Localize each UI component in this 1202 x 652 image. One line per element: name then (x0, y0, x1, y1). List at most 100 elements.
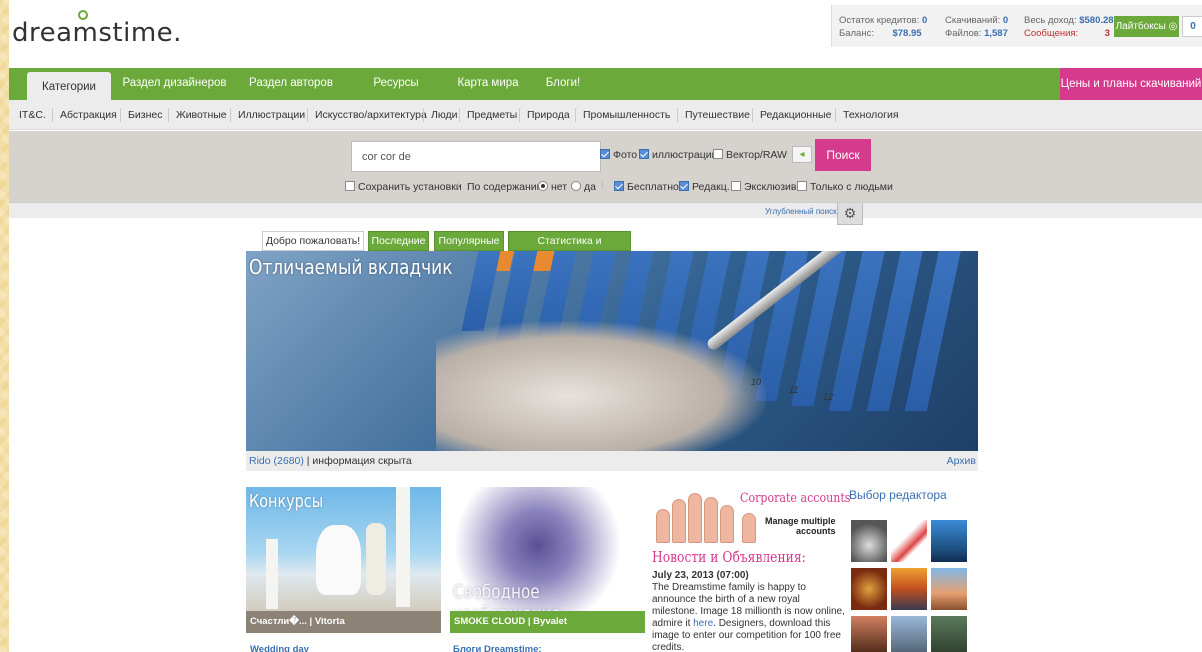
contests-caption[interactable]: Счастли�... | Vitorta (246, 611, 441, 633)
nav-tab-resources[interactable]: Ресурсы (361, 68, 431, 100)
category-link[interactable]: Природа (519, 108, 570, 122)
no-radio[interactable] (538, 181, 548, 191)
author-link[interactable]: Rido (2680) (249, 455, 304, 467)
tab-popular[interactable]: Популярные (434, 231, 504, 251)
free-filter[interactable]: Бесплатно (614, 181, 679, 193)
lightbox-button[interactable]: Лайтбоксы ◎ (1114, 16, 1179, 37)
messages-value[interactable]: 3 (1105, 28, 1110, 39)
contests-title: Конкурсы (249, 491, 324, 512)
editorial-checkbox[interactable] (679, 181, 689, 191)
editors-choice-thumbnail[interactable] (891, 616, 927, 652)
editors-choice-thumbnail[interactable] (931, 616, 967, 652)
finger-figure (656, 509, 670, 543)
gear-icon[interactable]: ⚙ (837, 203, 863, 225)
editors-choice-title: Выбор редактора (849, 488, 947, 502)
illustrations-filter[interactable]: иллюстрации (639, 149, 717, 161)
archive-link[interactable]: Архив (947, 451, 976, 471)
photo-filter[interactable]: Фото (600, 149, 637, 161)
editorial-filter[interactable]: Редакц. (679, 181, 730, 193)
nav-tab-designers[interactable]: Раздел дизайнеров (117, 68, 232, 100)
category-link[interactable]: Искусство/архитектура (307, 108, 427, 122)
editors-choice-thumbnail[interactable] (891, 568, 927, 610)
people-only-label: Только с людьми (810, 181, 893, 193)
finger-figure (672, 499, 686, 543)
logo-swirl-icon (78, 10, 88, 20)
editors-choice-thumbnail[interactable] (851, 520, 887, 562)
editors-choice-thumbnail[interactable] (931, 568, 967, 610)
category-link[interactable]: Животные (168, 108, 227, 122)
corporate-accounts-banner[interactable]: Corporate accounts Manage multiple accou… (652, 487, 850, 543)
wedding-day-link[interactable]: Wedding day (250, 644, 309, 652)
exclusive-checkbox[interactable] (731, 181, 741, 191)
yes-radio[interactable] (571, 181, 581, 191)
save-settings-option[interactable]: Сохранить установки (345, 181, 462, 193)
advanced-search-link[interactable]: Углубленный поиск (765, 207, 837, 216)
category-link[interactable]: Предметы (459, 108, 517, 122)
category-link[interactable]: Редакционные (752, 108, 831, 122)
blogs-link[interactable]: Блоги Dreamstime: (453, 644, 542, 652)
author-info: | информация скрыта (303, 455, 412, 467)
files-value[interactable]: 1,587 (984, 28, 1008, 39)
finger-figure (720, 505, 734, 543)
editors-choice-thumbnail[interactable] (931, 520, 967, 562)
by-content-no[interactable]: нет (538, 181, 567, 193)
nav-tab-authors[interactable]: Раздел авторов (241, 68, 341, 100)
balance-value[interactable]: $78.95 (892, 28, 921, 39)
main-nav: Категории Раздел дизайнеров Раздел автор… (9, 68, 1202, 100)
finger-figure (704, 497, 718, 543)
save-settings-checkbox[interactable] (345, 181, 355, 191)
editors-choice-thumbnail[interactable] (891, 520, 927, 562)
files-label: Файлов: (945, 28, 982, 39)
contests-panel[interactable]: Конкурсы Счастли�... | Vitorta (246, 487, 441, 633)
category-link[interactable]: Технология (835, 108, 899, 122)
groom-figure (366, 523, 386, 595)
pricing-plans-button[interactable]: Цены и планы скачиваний (1060, 68, 1202, 100)
earnings-value[interactable]: $580.28 (1079, 15, 1113, 26)
axis-number: 12 (823, 392, 834, 402)
editors-choice-thumbnail[interactable] (851, 616, 887, 652)
people-only-checkbox[interactable] (797, 181, 807, 191)
news-link[interactable]: here (693, 618, 713, 629)
page: dreamstime. Остаток кредитов: 0 Баланс: … (9, 0, 1202, 652)
featured-contributor-image[interactable]: 10 11 12 Отличаемый вкладчик (246, 251, 978, 451)
editors-choice-thumbnail[interactable] (851, 568, 887, 610)
dreamstime-logo[interactable]: dreamstime. (12, 10, 182, 48)
free-image-caption[interactable]: SMOKE CLOUD | Byvalet (450, 611, 645, 633)
illustrations-checkbox[interactable] (639, 149, 649, 159)
search-button[interactable]: Поиск (815, 139, 871, 171)
category-link[interactable]: Путешествие (677, 108, 750, 122)
by-content-yes[interactable]: да (571, 181, 596, 193)
category-link[interactable]: Бизнес (120, 108, 162, 122)
downloads-value[interactable]: 0 (1003, 15, 1008, 26)
search-input[interactable] (351, 141, 601, 172)
free-checkbox[interactable] (614, 181, 624, 191)
vector-checkbox[interactable] (713, 149, 723, 159)
free-image-panel[interactable]: Свободное изображение SMOKE CLOUD | Byva… (450, 487, 645, 633)
tab-latest[interactable]: Последние (368, 231, 429, 251)
corporate-subtitle-line: Manage multiple (765, 516, 836, 526)
hero-bar (461, 251, 503, 331)
category-link[interactable]: Промышленность (575, 108, 670, 122)
nav-tab-world-map[interactable]: Карта мира (443, 68, 533, 100)
by-content-label: По содержанию (467, 181, 545, 193)
vector-filter[interactable]: Вектор/RAW (713, 149, 787, 161)
tab-welcome[interactable]: Добро пожаловать! (262, 231, 364, 251)
category-link[interactable]: Люди (423, 108, 458, 122)
nav-tab-categories[interactable]: Категории (27, 72, 111, 100)
photo-checkbox[interactable] (600, 149, 610, 159)
category-link[interactable]: Абстракция (52, 108, 117, 122)
nav-tab-blogs[interactable]: Блоги! (533, 68, 593, 100)
corporate-subtitle-line: accounts (796, 526, 836, 536)
lightbox-count[interactable]: 0 (1182, 16, 1202, 37)
yes-label: да (584, 181, 596, 193)
advanced-search-bar: Углубленный поиск ⚙ (9, 202, 1202, 225)
tab-stats-community[interactable]: Статистика и сообщество (508, 231, 631, 266)
category-link[interactable]: IT&C. (19, 108, 46, 122)
category-link[interactable]: Иллюстрации (230, 108, 305, 122)
balance-label: Баланс: (839, 28, 874, 39)
category-bar: IT&C. Абстракция Бизнес Животные Иллюстр… (9, 100, 1202, 130)
back-arrow-button[interactable]: ◂ (792, 146, 812, 163)
stat-col-credits: Остаток кредитов: 0 Баланс: $78.95 (839, 14, 927, 40)
exclusive-filter[interactable]: Эксклюзив (731, 181, 796, 193)
people-only-filter[interactable]: Только с людьми (797, 181, 893, 193)
